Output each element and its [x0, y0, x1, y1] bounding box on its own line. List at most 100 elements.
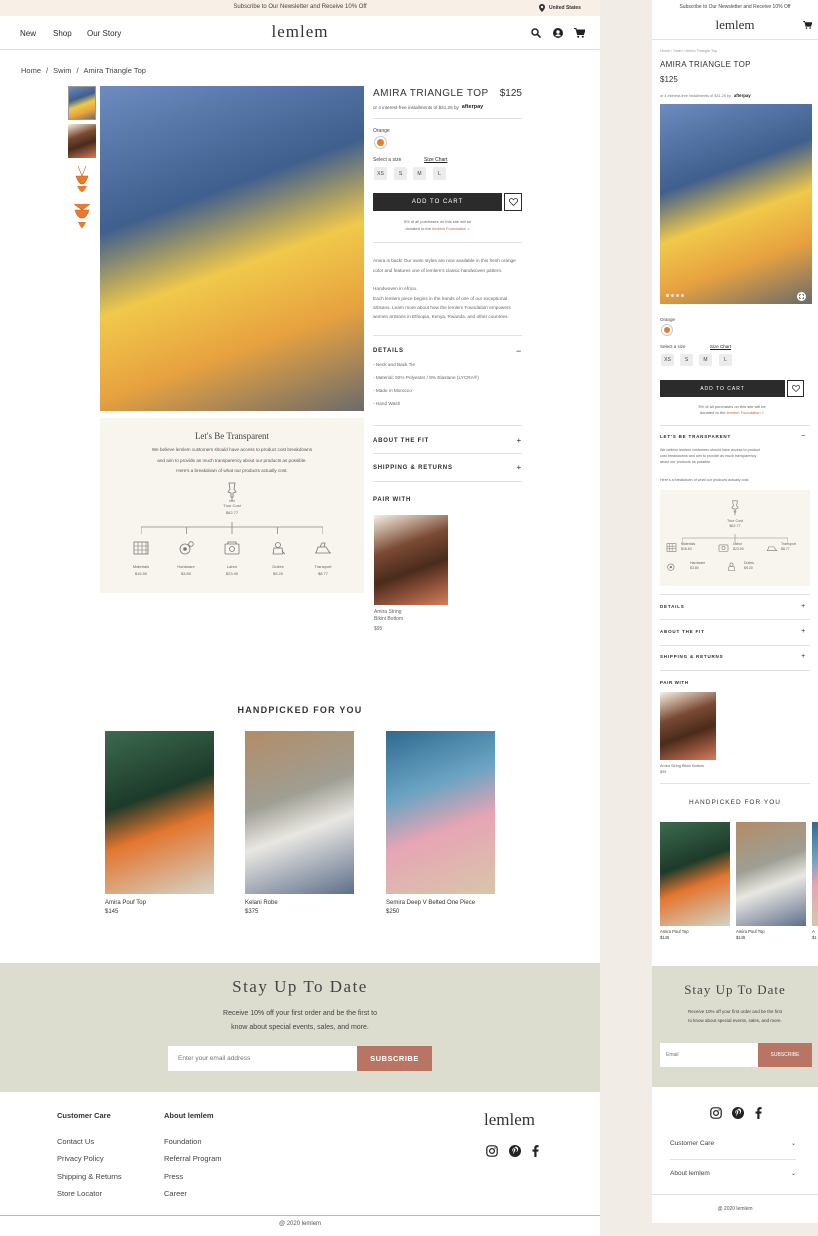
foundation-link[interactable]: lemlem Foundation >	[432, 226, 469, 231]
mobile-newsletter-line-2: to know about special events, sales, and…	[688, 1018, 782, 1023]
pinterest-icon[interactable]	[509, 1145, 521, 1157]
mobile-facebook-icon[interactable]	[755, 1107, 762, 1119]
footer-career[interactable]: Career	[164, 1189, 187, 1198]
mobile-handpicked-price-1: $145	[660, 935, 670, 940]
mobile-foundation-link[interactable]: lemlem Foundation >	[727, 410, 764, 415]
mobile-handpicked-image-3[interactable]	[812, 822, 818, 926]
mobile-pair-with-name[interactable]: Amira String Bikini Bottom	[660, 763, 704, 769]
instagram-icon[interactable]	[486, 1145, 498, 1157]
about-fit-accordion[interactable]: ABOUT THE FIT +	[373, 436, 522, 445]
plus-icon: +	[801, 628, 806, 635]
shipping-label: SHIPPING & RETURNS	[373, 464, 453, 471]
mobile-newsletter-line-1: Receive 10% off your first order and be …	[688, 1009, 782, 1014]
mobile-details-accordion[interactable]: DETAILS +	[660, 603, 806, 610]
product-main-image[interactable]	[100, 86, 364, 411]
size-xs[interactable]: XS	[374, 167, 387, 180]
footer-shipping-returns[interactable]: Shipping & Returns	[57, 1172, 122, 1181]
zoom-icon[interactable]	[797, 292, 806, 301]
breadcrumb-current: Amira Triangle Top	[83, 66, 146, 75]
footer-press[interactable]: Press	[164, 1172, 183, 1181]
region-selector[interactable]: United States	[549, 5, 581, 11]
mobile-size-xs[interactable]: XS	[661, 354, 674, 366]
mobile-pinterest-icon[interactable]	[732, 1107, 744, 1119]
handpicked-name-1[interactable]: Amira Pouf Top	[105, 900, 146, 906]
mobile-product-image[interactable]	[660, 104, 812, 304]
mobile-customer-care-accordion[interactable]: Customer Care ⌄	[670, 1140, 796, 1147]
afterpay-logo[interactable]: afterpay	[462, 104, 483, 110]
handpicked-name-2[interactable]: Kelani Robe	[245, 900, 278, 906]
mobile-subscribe-button[interactable]: SUBSCRIBE	[758, 1043, 812, 1067]
breadcrumb-home[interactable]: Home	[21, 66, 41, 75]
mobile-breadcrumb[interactable]: Home / Swim / Amira Triangle Top	[660, 48, 717, 54]
size-l[interactable]: L	[433, 167, 446, 180]
divider	[652, 1194, 818, 1195]
mobile-copyright: @ 2020 lemlem	[717, 1206, 753, 1212]
mobile-announcement-text[interactable]: Subscribe to Our Newsletter and Receive …	[652, 4, 818, 10]
mobile-handpicked-image-1[interactable]	[660, 822, 730, 926]
announcement-text[interactable]: Subscribe to Our Newsletter and Receive …	[0, 4, 600, 10]
footer-privacy-policy[interactable]: Privacy Policy	[57, 1154, 104, 1163]
size-m[interactable]: M	[413, 167, 426, 180]
mobile-email-input[interactable]	[660, 1043, 758, 1067]
footer-logo[interactable]: lemlem	[484, 1110, 535, 1130]
mobile-logo[interactable]: lemlem	[652, 17, 818, 33]
footer-store-locator[interactable]: Store Locator	[57, 1189, 102, 1198]
site-logo[interactable]: lemlem	[240, 22, 360, 42]
nav-shop[interactable]: Shop	[53, 29, 72, 38]
mobile-installments-text: or 4 interest-free installments of $31.2…	[660, 93, 731, 98]
divider	[373, 118, 522, 119]
mobile-transparent-accordion[interactable]: LET'S BE TRANSPARENT −	[660, 433, 806, 440]
mobile-color-swatch-orange[interactable]	[662, 325, 672, 335]
mobile-size-s[interactable]: S	[680, 354, 693, 366]
mobile-size-chart-link[interactable]: Size Chart	[710, 344, 731, 349]
pair-with-name-1[interactable]: Amira String	[374, 609, 402, 615]
mobile-about-fit-accordion[interactable]: ABOUT THE FIT +	[660, 628, 806, 635]
description-3: Handwoven in Africa.	[373, 286, 418, 291]
size-s[interactable]: S	[394, 167, 407, 180]
nav-new[interactable]: New	[20, 29, 36, 38]
nav-our-story[interactable]: Our Story	[87, 29, 121, 38]
details-accordion[interactable]: DETAILS −	[373, 346, 522, 356]
size-chart-link[interactable]: Size Chart	[424, 157, 447, 163]
footer-contact-us[interactable]: Contact Us	[57, 1137, 94, 1146]
mobile-about-lemlem-accordion[interactable]: About lemlem ⌄	[670, 1170, 796, 1177]
mobile-pair-with-image[interactable]	[660, 692, 716, 760]
mobile-wishlist-button[interactable]	[787, 380, 804, 397]
mobile-shipping-accordion[interactable]: SHIPPING & RETURNS +	[660, 653, 806, 660]
thumbnail-1[interactable]	[68, 86, 96, 120]
handpicked-image-3[interactable]	[386, 731, 495, 894]
pair-with-name-2[interactable]: Bikini Bottom	[374, 616, 403, 622]
mobile-afterpay-logo[interactable]: afterpay	[734, 93, 751, 98]
color-swatch-orange[interactable]	[375, 137, 386, 148]
detail-item-2: - Material: 92% Polyester / 8% Elastane …	[373, 375, 479, 380]
divider	[660, 670, 810, 671]
footer-foundation[interactable]: Foundation	[164, 1137, 202, 1146]
add-to-cart-button[interactable]: ADD TO CART	[373, 193, 502, 211]
mobile-instagram-icon[interactable]	[710, 1107, 722, 1119]
shipping-accordion[interactable]: SHIPPING & RETURNS +	[373, 463, 522, 472]
handpicked-image-1[interactable]	[105, 731, 214, 894]
cart-icon[interactable]	[574, 28, 585, 38]
account-icon[interactable]	[553, 28, 563, 38]
mobile-image-dots[interactable]	[666, 294, 684, 297]
thumbnail-4[interactable]	[68, 200, 96, 234]
mobile-cost-duties: Duties $9.20	[744, 561, 754, 570]
mobile-size-l[interactable]: L	[719, 354, 732, 366]
wishlist-button[interactable]	[504, 193, 522, 211]
mobile-add-to-cart-button[interactable]: ADD TO CART	[660, 380, 785, 397]
description-2: color and features one of lemlem's class…	[373, 268, 503, 273]
mobile-cart-icon[interactable]	[803, 21, 812, 29]
footer-referral-program[interactable]: Referral Program	[164, 1154, 222, 1163]
thumbnail-3[interactable]	[68, 162, 96, 196]
mobile-handpicked-image-2[interactable]	[736, 822, 806, 926]
search-icon[interactable]	[531, 28, 541, 38]
handpicked-image-2[interactable]	[245, 731, 354, 894]
thumbnail-2[interactable]	[68, 124, 96, 158]
breadcrumb-swim[interactable]: Swim	[53, 66, 71, 75]
pair-with-image[interactable]	[374, 515, 448, 605]
email-input[interactable]	[168, 1046, 357, 1071]
subscribe-button[interactable]: SUBSCRIBE	[357, 1046, 432, 1071]
facebook-icon[interactable]	[532, 1145, 539, 1157]
mobile-size-m[interactable]: M	[699, 354, 712, 366]
handpicked-name-3[interactable]: Semira Deep V Belted One Piece	[386, 900, 475, 906]
